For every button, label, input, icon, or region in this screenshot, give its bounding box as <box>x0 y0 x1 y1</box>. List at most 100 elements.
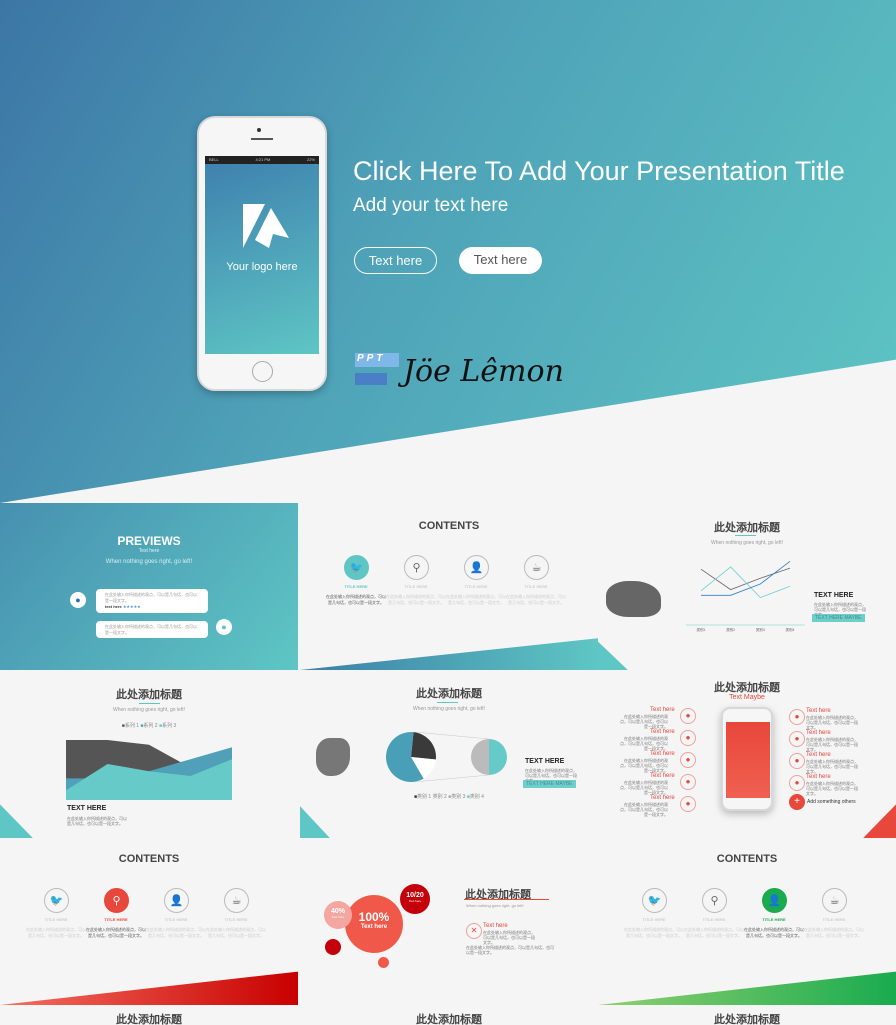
x-tick-label: 类别3 <box>756 627 765 632</box>
text-title: TEXT HERE <box>525 758 565 765</box>
feature-title: Text here <box>650 795 675 801</box>
feature-body: 在此处输入你所描述的观点，可以是几句话，也可以是一段文字。 <box>620 758 668 773</box>
slide-previews[interactable]: PREVIEWS Text here When nothing goes rig… <box>0 503 298 670</box>
slide-bubbles[interactable]: 100% Text here 40% Text here 10/20 Text her… <box>300 838 598 1005</box>
presentation-title: Click Here To Add Your Presentation Titl… <box>353 156 845 186</box>
slide-tagline: When nothing goes right, go left! <box>466 903 524 908</box>
user-avatar-icon: ● <box>70 592 86 608</box>
big-bubble: 100% Text here <box>345 895 403 953</box>
tag-label: TEXT HERE MAYBE <box>812 614 865 622</box>
slide-tagline: When nothing goes right, go left! <box>105 559 193 565</box>
text-body: 在此处输入你所描述的观点，可以是几句话，也可以是一段文字。 <box>67 816 127 826</box>
twitter-icon[interactable]: 🐦 <box>642 888 667 913</box>
item-body: 在此处输入你所描述的观点，可以是几句话，也可以是一段文字。 <box>506 594 566 605</box>
ppt-brand-logo: PPT <box>355 353 399 367</box>
feature-body: 在此处输入你所描述的观点，可以是几句话，也可以是一段文字。 <box>806 759 858 774</box>
slide-title: CONTENTS <box>716 853 778 865</box>
slide-phone-features[interactable]: 此处添加标题 Text Maybe + Add something others… <box>598 670 896 838</box>
item-label: TITLE HERE <box>642 917 666 922</box>
feature-icon: ● <box>789 753 805 769</box>
add-icon[interactable]: + <box>789 794 805 810</box>
user-icon[interactable]: 👤 <box>464 555 489 580</box>
brand-badge <box>355 373 387 385</box>
slide-partial[interactable]: 此处添加标题 <box>300 1005 598 1025</box>
item-title: Text here <box>483 923 508 929</box>
pie-legend: ■类别 1 类别 2 ■类别 3 ■类别 4 <box>414 794 484 800</box>
line-chart: 类别1 类别2 类别3 类别4 <box>686 560 805 632</box>
item-label: TITLE HERE <box>464 584 488 589</box>
slide-contents-green[interactable]: CONTENTS 🐦 TITLE HERE 在此处输入你所描述的观点，可以是几句… <box>598 838 896 1005</box>
feature-title: Text here <box>650 729 675 735</box>
item-body: 在此处输入你所描述的观点，可以是几句话，也可以是一段文字。 <box>804 927 864 938</box>
item-label: TITLE HERE <box>822 917 846 922</box>
hero-slide: BELL 4:21 PM 22% Your logo here Click He… <box>0 0 896 503</box>
feature-body: 在此处输入你所描述的观点，可以是几句话，也可以是一段文字。 <box>806 715 858 730</box>
feature-title: Text here <box>650 773 675 779</box>
paragraph: 在此处输入你所描述的观点，可以是几句话，也可以是一段文字。 <box>466 945 554 955</box>
phone-screen: BELL 4:21 PM 22% Your logo here <box>205 156 319 354</box>
item-label: TITLE HERE <box>344 584 368 589</box>
feature-body: 在此处输入你所描述的观点，可以是几句话，也可以是一段文字。 <box>620 736 668 751</box>
map-pin-icon[interactable]: ⚲ <box>104 888 129 913</box>
item-label: TITLE HERE <box>524 584 548 589</box>
feature-icon: ● <box>789 775 805 791</box>
pct-bubble: 40% Text here <box>324 901 352 929</box>
feature-body: 在此处输入你所描述的观点，可以是几句话，也可以是一段文字。 <box>806 781 858 796</box>
feature-icon: ● <box>680 774 696 790</box>
home-button <box>252 361 273 382</box>
item-body: 在此处输入你所描述的观点，可以是几句话，也可以是一段文字。 <box>684 927 744 938</box>
slide-line-chart[interactable]: 此处添加标题 When nothing goes right, go left!… <box>598 503 896 670</box>
user-avatar-icon: ● <box>216 619 232 635</box>
twitter-icon[interactable]: 🐦 <box>44 888 69 913</box>
java-icon[interactable]: ☕ <box>524 555 549 580</box>
outline-button[interactable]: Text here <box>354 247 437 274</box>
area-chart <box>66 740 232 800</box>
red-phone-screen <box>726 722 770 798</box>
ratio-bubble: 10/20 Text here <box>400 884 430 914</box>
chat-bubble: 在此处输入你所描述的观点，可以是几句话，也可以是一段文字。 text here … <box>96 589 208 613</box>
item-body: 在此处输入你所描述的观点，可以是几句话，也可以是一段文字。 <box>326 594 386 605</box>
feature-title: Text here <box>650 707 675 713</box>
phone-mockup: BELL 4:21 PM 22% Your logo here <box>197 116 327 391</box>
map-pin-icon[interactable]: ⚲ <box>702 888 727 913</box>
tag-label: TEXT HERE MAYBE <box>523 780 576 788</box>
pie-slice <box>411 732 436 760</box>
author-signature: Jöe Lêmon <box>403 354 564 389</box>
slide-contents-red[interactable]: CONTENTS 🐦 TITLE HERE 在此处输入你所描述的观点，可以是几句… <box>0 838 298 1005</box>
slide-subtitle: Text Maybe <box>729 694 765 701</box>
slide-pie-chart[interactable]: 此处添加标题 When nothing goes right, go left!… <box>300 670 598 838</box>
slide-contents-teal[interactable]: CONTENTS 🐦 TITLE HERE 在此处输入你所描述的观点，可以是几句… <box>300 503 598 670</box>
item-body: 在此处输入你所描述的观点，可以是几句话，也可以是一段文字。 <box>744 927 804 938</box>
slide-partial[interactable]: 此处添加标题 <box>0 1005 298 1025</box>
item-body: 在此处输入你所描述的观点，可以是几句话，也可以是一段文字。 <box>446 594 506 605</box>
add-label: Add something others <box>807 799 856 805</box>
pie-chart <box>386 731 507 783</box>
pie-slice <box>471 739 489 775</box>
user-icon[interactable]: 👤 <box>164 888 189 913</box>
java-icon[interactable]: ☕ <box>224 888 249 913</box>
map-pin-icon[interactable]: ⚲ <box>404 555 429 580</box>
pie-slice <box>489 739 507 775</box>
slide-partial[interactable]: 此处添加标题 <box>598 1005 896 1025</box>
chat-bubble: 在此处输入你所描述的观点，可以是几句话，也可以是一段文字。 <box>96 621 208 638</box>
slide-area-chart[interactable]: 此处添加标题 When nothing goes right, go left!… <box>0 670 298 838</box>
item-label: TITLE HERE <box>164 917 188 922</box>
twitter-icon[interactable]: 🐦 <box>344 555 369 580</box>
hero-diagonal <box>0 359 896 503</box>
x-tick-label: 类别4 <box>786 627 795 632</box>
feature-title: Text here <box>806 774 831 780</box>
feature-body: 在此处输入你所描述的观点，可以是几句话，也可以是一段文字。 <box>620 780 668 795</box>
feature-title: Text here <box>806 708 831 714</box>
java-icon[interactable]: ☕ <box>822 888 847 913</box>
slide-title: CONTENTS <box>418 520 480 532</box>
filled-button[interactable]: Text here <box>459 247 542 274</box>
x-tick-label: 类别1 <box>697 627 706 632</box>
text-title: TEXT HERE <box>814 592 854 599</box>
feature-icon: ● <box>680 730 696 746</box>
user-icon[interactable]: 👤 <box>762 888 787 913</box>
feature-title: Text here <box>806 730 831 736</box>
item-label: TITLE HERE <box>104 917 128 922</box>
item-body: 在此处输入你所描述的观点，可以是几句话，也可以是一段文字。 <box>86 927 146 938</box>
feature-body: 在此处输入你所描述的观点，可以是几句话，也可以是一段文字。 <box>620 714 668 729</box>
item-body: 在此处输入你所描述的观点，可以是几句话，也可以是一段文字。 <box>206 927 266 938</box>
